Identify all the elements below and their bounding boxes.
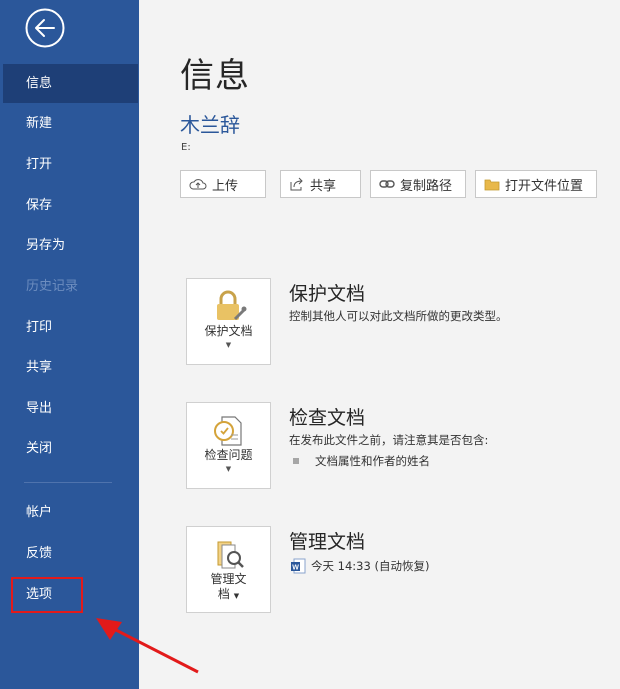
backstage-sidebar: 信息 新建 打开 保存 另存为 历史记录 打印 共享 导出 关闭 帐户 反馈 选… bbox=[0, 0, 139, 689]
nav-item-save[interactable]: 保存 bbox=[0, 186, 139, 225]
manage-document-tile-label-2: 档 bbox=[217, 587, 230, 601]
nav-item-info[interactable]: 信息 bbox=[3, 64, 138, 103]
nav-item-open[interactable]: 打开 bbox=[0, 145, 139, 184]
manage-document-tile[interactable]: 管理文 档 ▼ bbox=[186, 526, 271, 613]
chevron-down-icon: ▼ bbox=[225, 465, 232, 473]
inspect-document-icon bbox=[214, 416, 242, 446]
manage-document-tile-label-line2: 档 ▼ bbox=[187, 587, 270, 604]
folder-icon bbox=[484, 179, 500, 190]
bullet-square bbox=[293, 458, 299, 464]
nav-divider bbox=[24, 482, 112, 483]
lock-key-icon bbox=[217, 290, 247, 321]
copy-path-label: 复制路径 bbox=[400, 178, 453, 194]
nav-item-export[interactable]: 导出 bbox=[0, 389, 139, 428]
nav-item-close[interactable]: 关闭 bbox=[0, 429, 139, 468]
autorecover-version-link[interactable]: 今天 14:33 (自动恢复) bbox=[311, 558, 429, 574]
share-button[interactable]: 共享 bbox=[280, 170, 361, 198]
cloud-upload-icon bbox=[189, 179, 207, 190]
document-name: 木兰辞 bbox=[180, 113, 240, 137]
back-arrow-icon[interactable] bbox=[24, 7, 66, 49]
manage-document-title: 管理文档 bbox=[289, 531, 366, 553]
nav-item-share[interactable]: 共享 bbox=[0, 348, 139, 387]
protect-document-title: 保护文档 bbox=[289, 283, 366, 305]
nav-item-history: 历史记录 bbox=[26, 279, 79, 294]
inspect-bullet-text: 文档属性和作者的姓名 bbox=[315, 454, 430, 468]
inspect-document-title: 检查文档 bbox=[289, 407, 366, 429]
inspect-document-tile-label: 检查问题 bbox=[204, 448, 253, 462]
inspect-document-desc: 在发布此文件之前，请注意其是否包含: bbox=[289, 433, 489, 447]
nav-item-print[interactable]: 打印 bbox=[0, 308, 139, 347]
word-document-icon: W bbox=[291, 558, 306, 574]
manage-document-icon bbox=[217, 541, 244, 569]
share-label: 共享 bbox=[310, 178, 337, 194]
open-location-button[interactable]: 打开文件位置 bbox=[475, 170, 597, 198]
link-icon bbox=[379, 180, 395, 188]
nav-item-save-as[interactable]: 另存为 bbox=[0, 226, 139, 265]
info-pane: 信息 木兰辞 E: 上传 共享 复制路径 打开文件位置 保护文档 ▼ 保护文档 … bbox=[139, 0, 620, 689]
protect-document-desc: 控制其他人可以对此文档所做的更改类型。 bbox=[289, 309, 508, 323]
manage-document-tile-label: 管理文 bbox=[210, 572, 247, 586]
svg-text:W: W bbox=[292, 565, 299, 572]
chevron-down-icon: ▼ bbox=[225, 341, 232, 349]
protect-document-tile-label: 保护文档 bbox=[204, 324, 253, 338]
nav-item-account[interactable]: 帐户 bbox=[0, 493, 139, 532]
share-icon bbox=[290, 177, 303, 191]
nav-item-feedback[interactable]: 反馈 bbox=[0, 534, 139, 573]
copy-path-button[interactable]: 复制路径 bbox=[370, 170, 466, 198]
options-highlight-box bbox=[11, 577, 83, 613]
upload-button[interactable]: 上传 bbox=[180, 170, 266, 198]
chevron-down-icon: ▼ bbox=[233, 592, 240, 600]
nav-item-new[interactable]: 新建 bbox=[0, 104, 139, 143]
page-title: 信息 bbox=[180, 56, 250, 96]
protect-document-tile[interactable]: 保护文档 ▼ bbox=[186, 278, 271, 365]
inspect-document-tile[interactable]: 检查问题 ▼ bbox=[186, 402, 271, 489]
document-path: E: bbox=[181, 142, 191, 153]
open-location-label: 打开文件位置 bbox=[505, 178, 584, 194]
upload-label: 上传 bbox=[212, 178, 239, 194]
